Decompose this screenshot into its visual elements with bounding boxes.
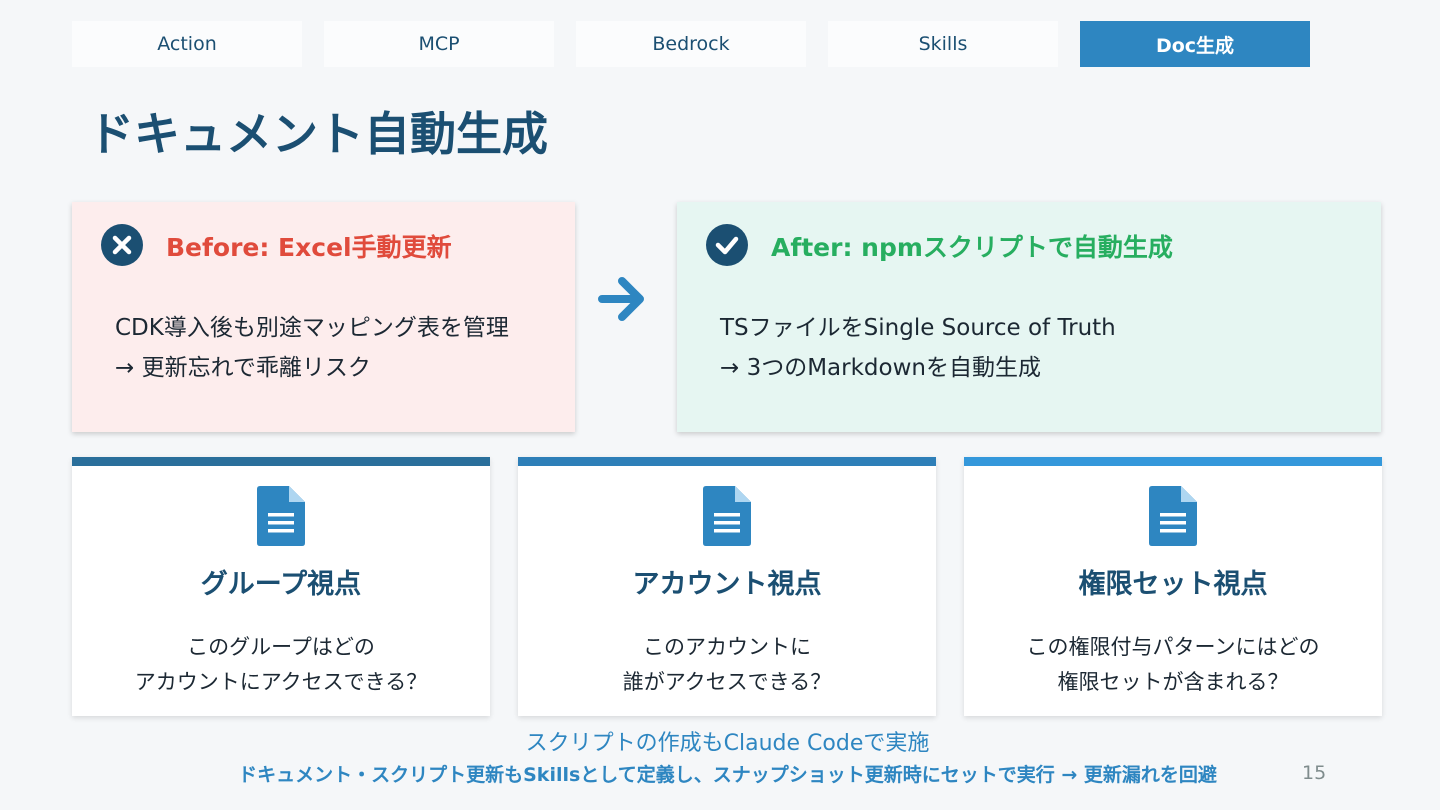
x-circle-icon <box>101 224 143 266</box>
check-circle-icon <box>706 224 748 266</box>
document-icon <box>257 486 305 546</box>
after-panel: After: npmスクリプトで自動生成 TSファイルをSingle Sourc… <box>677 202 1381 432</box>
card-body: この権限付与パターンにはどの 権限セットが含まれる？ <box>964 630 1382 700</box>
card-line: 誰がアクセスできる？ <box>622 670 832 694</box>
card-line: 権限セットが含まれる？ <box>1057 670 1289 694</box>
card-line: このグループはどの <box>187 635 375 659</box>
page-title: ドキュメント自動生成 <box>88 107 548 161</box>
arrow-right-icon <box>598 277 644 321</box>
tab-skills[interactable]: Skills <box>828 21 1058 67</box>
before-body: CDK導入後も別途マッピング表を管理 → 更新忘れで乖離リスク <box>115 308 509 388</box>
card-title: 権限セット視点 <box>1078 569 1268 600</box>
before-panel: Before: Excel手動更新 CDK導入後も別途マッピング表を管理 → 更… <box>72 202 575 432</box>
card-line: アカウントにアクセスできる？ <box>134 670 428 694</box>
card-body: このアカウントに 誰がアクセスできる？ <box>518 630 936 700</box>
card-body: このグループはどの アカウントにアクセスできる？ <box>72 630 490 700</box>
tab-mcp[interactable]: MCP <box>324 21 554 67</box>
card-line: この権限付与パターンにはどの <box>1026 635 1320 659</box>
before-line: CDK導入後も別途マッピング表を管理 <box>115 315 509 341</box>
card-title: アカウント視点 <box>632 569 822 600</box>
document-icon <box>1149 486 1197 546</box>
tab-doc-generation[interactable]: Doc生成 <box>1080 21 1310 67</box>
card-group-view: グループ視点 このグループはどの アカウントにアクセスできる？ <box>72 457 490 716</box>
footer-note: スクリプトの作成もClaude Codeで実施 <box>525 731 930 756</box>
after-line: → 3つのMarkdownを自動生成 <box>720 355 1041 381</box>
before-line: → 更新忘れで乖離リスク <box>115 355 371 381</box>
footer-summary: ドキュメント・スクリプト更新もSkillsとして定義し、スナップショット更新時に… <box>238 764 1217 786</box>
card-line: このアカウントに <box>643 635 811 659</box>
before-heading: Before: Excel手動更新 <box>166 233 452 262</box>
after-line: TSファイルをSingle Source of Truth <box>720 315 1116 341</box>
card-account-view: アカウント視点 このアカウントに 誰がアクセスできる？ <box>518 457 936 716</box>
card-title: グループ視点 <box>200 569 362 600</box>
nav-tabs: Action MCP Bedrock Skills Doc生成 <box>72 21 1310 67</box>
document-icon <box>703 486 751 546</box>
tab-action[interactable]: Action <box>72 21 302 67</box>
after-body: TSファイルをSingle Source of Truth → 3つのMarkd… <box>720 308 1116 388</box>
card-permission-set-view: 権限セット視点 この権限付与パターンにはどの 権限セットが含まれる？ <box>964 457 1382 716</box>
after-heading: After: npmスクリプトで自動生成 <box>771 233 1173 262</box>
page-number: 15 <box>1302 762 1327 784</box>
tab-bedrock[interactable]: Bedrock <box>576 21 806 67</box>
